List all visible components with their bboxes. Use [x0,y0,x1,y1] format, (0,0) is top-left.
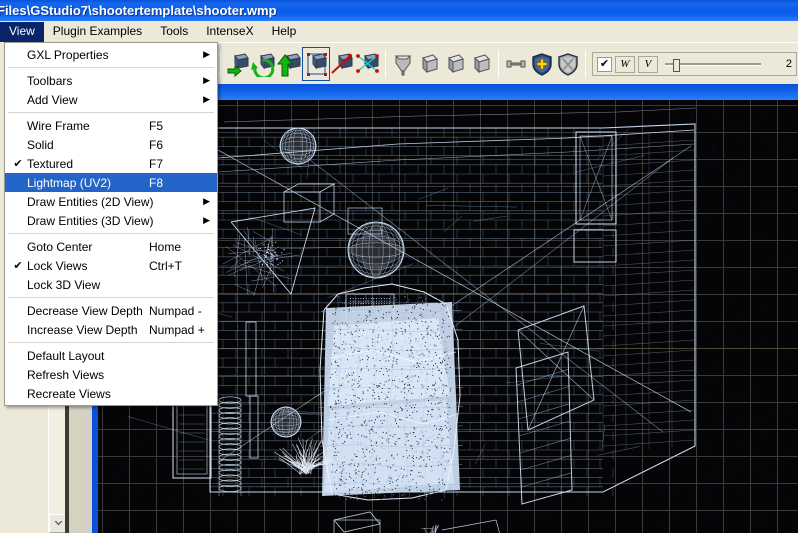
menu-option-decrease-view-depth[interactable]: Decrease View Depth Numpad - [5,301,217,320]
menu-option-goto-center[interactable]: Goto Center Home [5,237,217,256]
menu-option-label: Toolbars [27,74,72,88]
menu-option-lock-views[interactable]: ✔Lock Views Ctrl+T [5,256,217,275]
menu-option-label: Wire Frame [27,119,90,133]
menu-option-shortcut: Numpad - [149,304,202,318]
shield-gray-icon[interactable] [555,48,581,80]
menu-option-label: Solid [27,138,54,152]
menu-separator [8,297,214,298]
cone-gray-icon[interactable] [390,48,416,80]
cube-move-icon[interactable] [225,48,251,80]
menu-option-default-layout[interactable]: Default Layout [5,346,217,365]
menu-option-shortcut: F5 [149,119,163,133]
menu-option-gxl-properties[interactable]: GXL Properties ▶ [5,45,217,64]
menu-separator [8,67,214,68]
menu-item-plugin-examples[interactable]: Plugin Examples [44,22,151,42]
cube-rotate-icon[interactable] [251,48,277,80]
menu-option-label: Draw Entities (2D View) [27,195,153,209]
menu-option-shortcut: Numpad + [149,323,205,337]
checkmark-icon: ✔ [12,259,24,272]
menu-option-draw-entities-3d-view[interactable]: Draw Entities (3D View) ▶ [5,211,217,230]
menu-option-label: Refresh Views [27,368,104,382]
toolbar-separator [220,50,221,78]
submenu-arrow-icon: ▶ [203,50,210,59]
menu-option-label: GXL Properties [27,48,109,62]
menu-option-shortcut: Home [149,240,181,254]
cube-select-icon[interactable] [303,48,329,80]
menu-option-label: Increase View Depth [27,323,138,337]
menu-option-label: Textured [27,157,73,171]
menu-separator [8,233,214,234]
w-button[interactable]: W [615,56,635,73]
toolbar-separator [385,50,386,78]
menu-option-shortcut: F8 [149,176,163,190]
cube-gray-icon[interactable] [416,48,442,80]
menu-option-add-view[interactable]: Add View ▶ [5,90,217,109]
submenu-arrow-icon: ▶ [203,95,210,104]
menu-bar: ViewPlugin ExamplesToolsIntenseXHelp [0,21,798,42]
cube-mirror-icon[interactable] [329,48,355,80]
toolbar-separator [498,50,499,78]
window-title-text: Files\GStudio7\shootertemplate\shooter.w… [0,3,277,18]
submenu-arrow-icon: ▶ [203,76,210,85]
menu-option-refresh-views[interactable]: Refresh Views [5,365,217,384]
view-depth-slider[interactable] [665,55,761,73]
menu-option-lock-3d-view[interactable]: Lock 3D View [5,275,217,294]
cube-gray-dark-icon[interactable] [468,48,494,80]
menu-option-recreate-views[interactable]: Recreate Views [5,384,217,403]
main-toolbar: ✔WV 2 [216,42,798,85]
menu-option-shortcut: F7 [149,157,163,171]
menu-separator [8,342,214,343]
slider-handle[interactable] [673,59,680,72]
menu-option-draw-entities-2d-view[interactable]: Draw Entities (2D View) ▶ [5,192,217,211]
cube-scale-up-icon[interactable] [277,48,303,80]
menu-option-label: Lock 3D View [27,278,100,292]
menu-option-label: Goto Center [27,240,92,254]
menu-option-label: Add View [27,93,77,107]
menu-option-shortcut: F6 [149,138,163,152]
view-depth-value: 2 [768,58,792,70]
menu-option-label: Lightmap (UV2) [27,176,111,190]
menu-option-label: Recreate Views [27,387,111,401]
menu-option-solid[interactable]: Solid F6 [5,135,217,154]
view-dropdown-menu[interactable]: GXL Properties ▶ Toolbars ▶ Add View ▶ Wire Fr… [4,42,218,406]
v-button[interactable]: V [638,56,658,73]
menu-option-wire-frame[interactable]: Wire Frame F5 [5,116,217,135]
shield-plus-icon[interactable] [529,48,555,80]
menu-option-increase-view-depth[interactable]: Increase View Depth Numpad + [5,320,217,339]
menu-item-view[interactable]: View [0,22,44,42]
menu-item-tools[interactable]: Tools [151,22,197,42]
menu-option-label: Decrease View Depth [27,304,143,318]
menu-item-intensex[interactable]: IntenseX [197,22,262,42]
lightmap-checkbox[interactable]: ✔ [597,57,612,72]
submenu-arrow-icon: ▶ [203,216,210,225]
checkmark-icon: ✔ [12,157,24,170]
menu-option-label: Draw Entities (3D View) [27,214,153,228]
menu-item-help[interactable]: Help [263,22,306,42]
cube-vertex-icon[interactable] [355,48,381,80]
menu-option-label: Default Layout [27,349,104,363]
dumbbell-icon[interactable] [503,48,529,80]
menu-separator [8,112,214,113]
menu-option-textured[interactable]: ✔Textured F7 [5,154,217,173]
menu-option-lightmap-uv2[interactable]: Lightmap (UV2) F8 [5,173,217,192]
lightmap-control-group: ✔WV 2 [592,52,797,76]
toolbar-separator [585,50,586,78]
cube-gray-alt-icon[interactable] [442,48,468,80]
submenu-arrow-icon: ▶ [203,197,210,206]
menu-option-shortcut: Ctrl+T [149,259,182,273]
menu-option-label: Lock Views [27,259,87,273]
menu-option-toolbars[interactable]: Toolbars ▶ [5,71,217,90]
window-title-bar: Files\GStudio7\shootertemplate\shooter.w… [0,0,798,21]
